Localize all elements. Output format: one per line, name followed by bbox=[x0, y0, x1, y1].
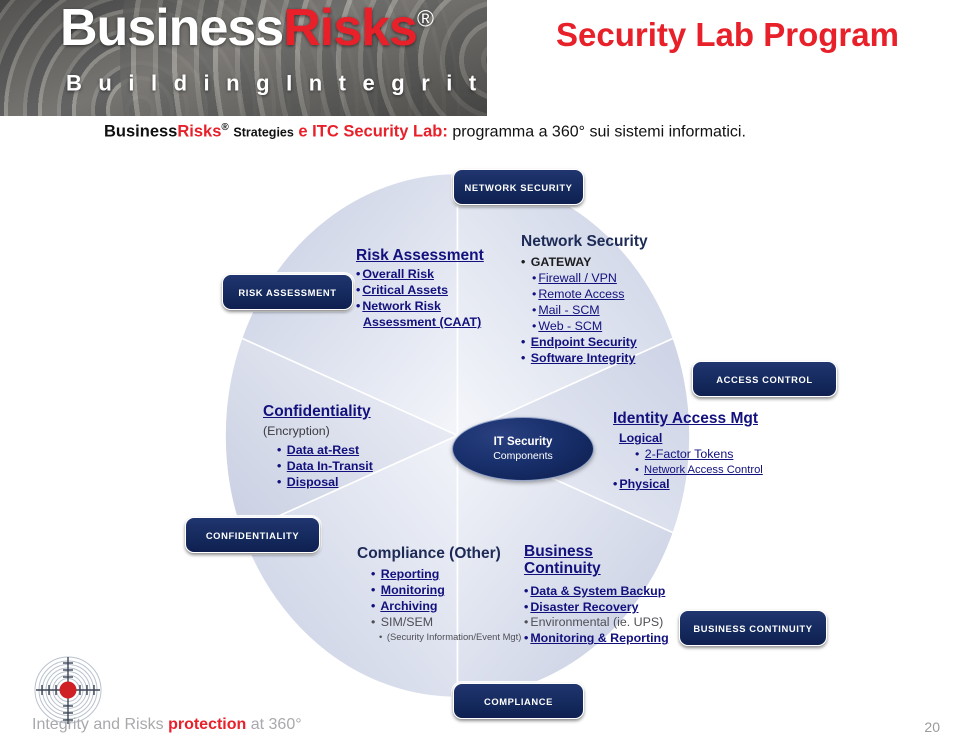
badge-risk-assessment-label: Risk Assessment bbox=[238, 286, 337, 298]
center-node-line1: IT Security bbox=[493, 435, 553, 448]
footer-tagline: Integrity and Risks protection at 360° bbox=[32, 717, 302, 733]
segment-business-continuity-heading-line2: Continuity bbox=[524, 560, 601, 578]
page-title: Security Lab Program bbox=[556, 16, 899, 53]
segment-risk-assessment-heading: Risk Assessment bbox=[356, 247, 484, 264]
list-item: Overall Risk bbox=[356, 267, 526, 283]
list-item: Software Integrity bbox=[521, 351, 721, 367]
list-item: Environmental (ie. UPS) bbox=[524, 615, 714, 631]
segment-confidentiality: Confidentiality (Encryption) Data at-Res… bbox=[263, 403, 453, 491]
list-item: Remote Access bbox=[521, 287, 721, 303]
segment-business-continuity: Business Continuity Data & System Backup… bbox=[524, 543, 714, 647]
footer-tagline-highlight: protection bbox=[168, 716, 247, 733]
list-item: Network Access Control bbox=[619, 463, 833, 477]
list-item: Assessment (CAAT) bbox=[363, 314, 482, 329]
brand-registered-mark: ® bbox=[416, 5, 434, 32]
brand-word-risks: Risks bbox=[283, 0, 418, 57]
brand-logo-banner: BusinessRisks® B u i l d i n g I n t e g… bbox=[0, 0, 487, 116]
list-item: Web - SCM bbox=[521, 319, 721, 335]
subtitle-strategies: Strategies bbox=[233, 125, 294, 140]
segment-risk-assessment-list: Overall Risk Critical Assets Network Ris… bbox=[356, 267, 526, 331]
list-item: Network Risk bbox=[356, 299, 526, 315]
page-number: 20 bbox=[924, 719, 940, 735]
subtitle-rest: programma a 360° sui sistemi informatici… bbox=[447, 123, 746, 141]
slide-header: BusinessRisks® B u i l d i n g I n t e g… bbox=[0, 0, 960, 118]
segment-business-continuity-heading-line1: Business bbox=[524, 543, 593, 560]
center-node-it-security-components: IT Security Components bbox=[452, 417, 594, 481]
list-item: Endpoint Security bbox=[521, 335, 721, 351]
list-item: Monitoring & Reporting bbox=[524, 631, 714, 647]
brand-tagline: B u i l d i n g I n t e g r i t y® bbox=[66, 72, 487, 94]
segment-network-security-heading: Network Security bbox=[521, 233, 648, 250]
it-security-components-wheel-diagram: IT Security Components Network Security … bbox=[0, 155, 960, 719]
slide-footer: Integrity and Risks protection at 360° 2… bbox=[0, 656, 960, 747]
footer-tagline-part1: Integrity and Risks bbox=[32, 716, 169, 733]
badge-network-security-label: Network Security bbox=[464, 181, 573, 193]
list-item: Data & System Backup bbox=[524, 584, 714, 600]
list-item: Firewall / VPN bbox=[521, 271, 721, 287]
list-item: 2-Factor Tokens bbox=[619, 447, 833, 463]
subtitle-brand-business: Business bbox=[104, 122, 178, 141]
segment-confidentiality-heading: Confidentiality bbox=[263, 403, 371, 420]
badge-compliance-label: Compliance bbox=[483, 695, 554, 707]
segment-network-security: Network Security GATEWAY Firewall / VPN … bbox=[521, 233, 721, 366]
list-item: Logical bbox=[619, 431, 663, 446]
list-item: Data at-Rest bbox=[277, 443, 453, 459]
segment-confidentiality-list: Data at-Rest Data In-Transit Disposal bbox=[263, 443, 453, 491]
badge-confidentiality[interactable]: Confidentiality bbox=[185, 517, 320, 553]
segment-identity-access-mgt-heading: Identity Access Mgt bbox=[613, 410, 758, 427]
badge-network-security[interactable]: Network Security bbox=[453, 169, 584, 205]
segment-identity-access-mgt-list: Logical 2-Factor Tokens Network Access C… bbox=[613, 431, 833, 493]
badge-risk-assessment[interactable]: Risk Assessment bbox=[222, 274, 353, 310]
list-item: Mail - SCM bbox=[521, 303, 721, 319]
segment-confidentiality-subheading: (Encryption) bbox=[263, 424, 330, 439]
list-item: GATEWAY bbox=[521, 255, 721, 271]
segment-identity-access-mgt: Identity Access Mgt Logical 2-Factor Tok… bbox=[613, 410, 833, 493]
list-item: Data In-Transit bbox=[277, 459, 453, 475]
segment-business-continuity-list: Data & System Backup Disaster Recovery E… bbox=[524, 584, 714, 648]
brand-word-business: Business bbox=[60, 0, 284, 57]
badge-confidentiality-label: Confidentiality bbox=[205, 529, 300, 541]
list-item: Disaster Recovery bbox=[524, 600, 714, 616]
list-item: Physical bbox=[613, 477, 833, 493]
brand-name: BusinessRisks® bbox=[60, 0, 434, 57]
subtitle-registered-mark: ® bbox=[221, 122, 229, 133]
footer-tagline-part2: at 360° bbox=[246, 716, 302, 733]
subtitle-red-part: e ITC Security Lab: bbox=[298, 122, 448, 141]
subtitle-brand-risks: Risks bbox=[177, 122, 222, 141]
segment-risk-assessment: Risk Assessment Overall Risk Critical As… bbox=[356, 247, 526, 331]
segment-network-security-list: GATEWAY Firewall / VPN Remote Access Mai… bbox=[521, 255, 721, 366]
badge-compliance[interactable]: Compliance bbox=[453, 683, 584, 719]
center-node-line2: Components bbox=[493, 449, 553, 462]
badge-access-control-label: Access Control bbox=[716, 373, 813, 385]
subtitle-line: BusinessRisks® Strategies e ITC Security… bbox=[104, 123, 746, 141]
brand-tagline-text: B u i l d i n g I n t e g r i t y bbox=[66, 70, 487, 96]
list-item: Critical Assets bbox=[356, 283, 526, 299]
list-item: Disposal bbox=[277, 475, 453, 491]
